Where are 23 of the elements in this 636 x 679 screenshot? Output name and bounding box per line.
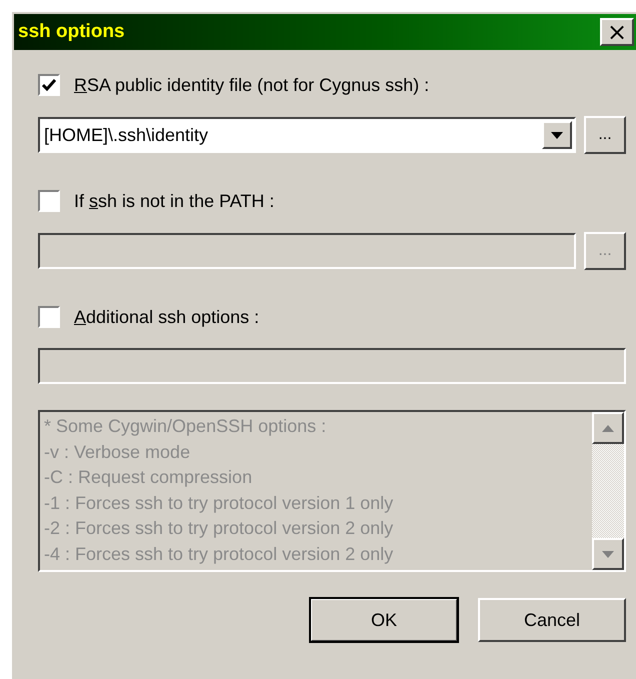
checkbox[interactable] — [38, 306, 60, 328]
dropdown-button[interactable] — [542, 121, 572, 149]
option-line: -v : Verbose mode — [44, 440, 192, 464]
close-button[interactable]: × — [600, 18, 634, 46]
checkbox-label: Additional ssh options : — [74, 306, 260, 328]
check-icon — [42, 79, 56, 91]
option-line: * Some Cygwin/OpenSSH options : — [44, 415, 328, 438]
up-arrow-icon — [602, 424, 614, 432]
option-line: -C : Request compression — [44, 466, 254, 489]
window-title: ssh options — [18, 21, 125, 43]
option-line: -4 : Forces ssh to try protocol version 2 only — [44, 542, 394, 566]
checkbox[interactable] — [38, 190, 60, 212]
caret-icon — [551, 132, 563, 138]
browse-button[interactable]: ... — [584, 116, 626, 154]
checkbox-label: If ssh is not in the PATH : — [74, 190, 274, 212]
down-arrow-icon — [602, 550, 614, 558]
option-line: -2 : Forces ssh to try protocol version 2 only — [44, 517, 394, 540]
path-combo-box[interactable]: [HOME]\.ssh\identity — [38, 117, 576, 153]
ok-button[interactable]: OK — [310, 598, 458, 642]
checkbox-label: RSA public identity file (not for Cygnus ssh) : — [74, 74, 430, 96]
checkbox[interactable] — [38, 74, 60, 96]
cancel-button[interactable]: Cancel — [478, 598, 626, 642]
option-line: -1 : Forces ssh to try protocol version 1 only — [44, 492, 394, 515]
